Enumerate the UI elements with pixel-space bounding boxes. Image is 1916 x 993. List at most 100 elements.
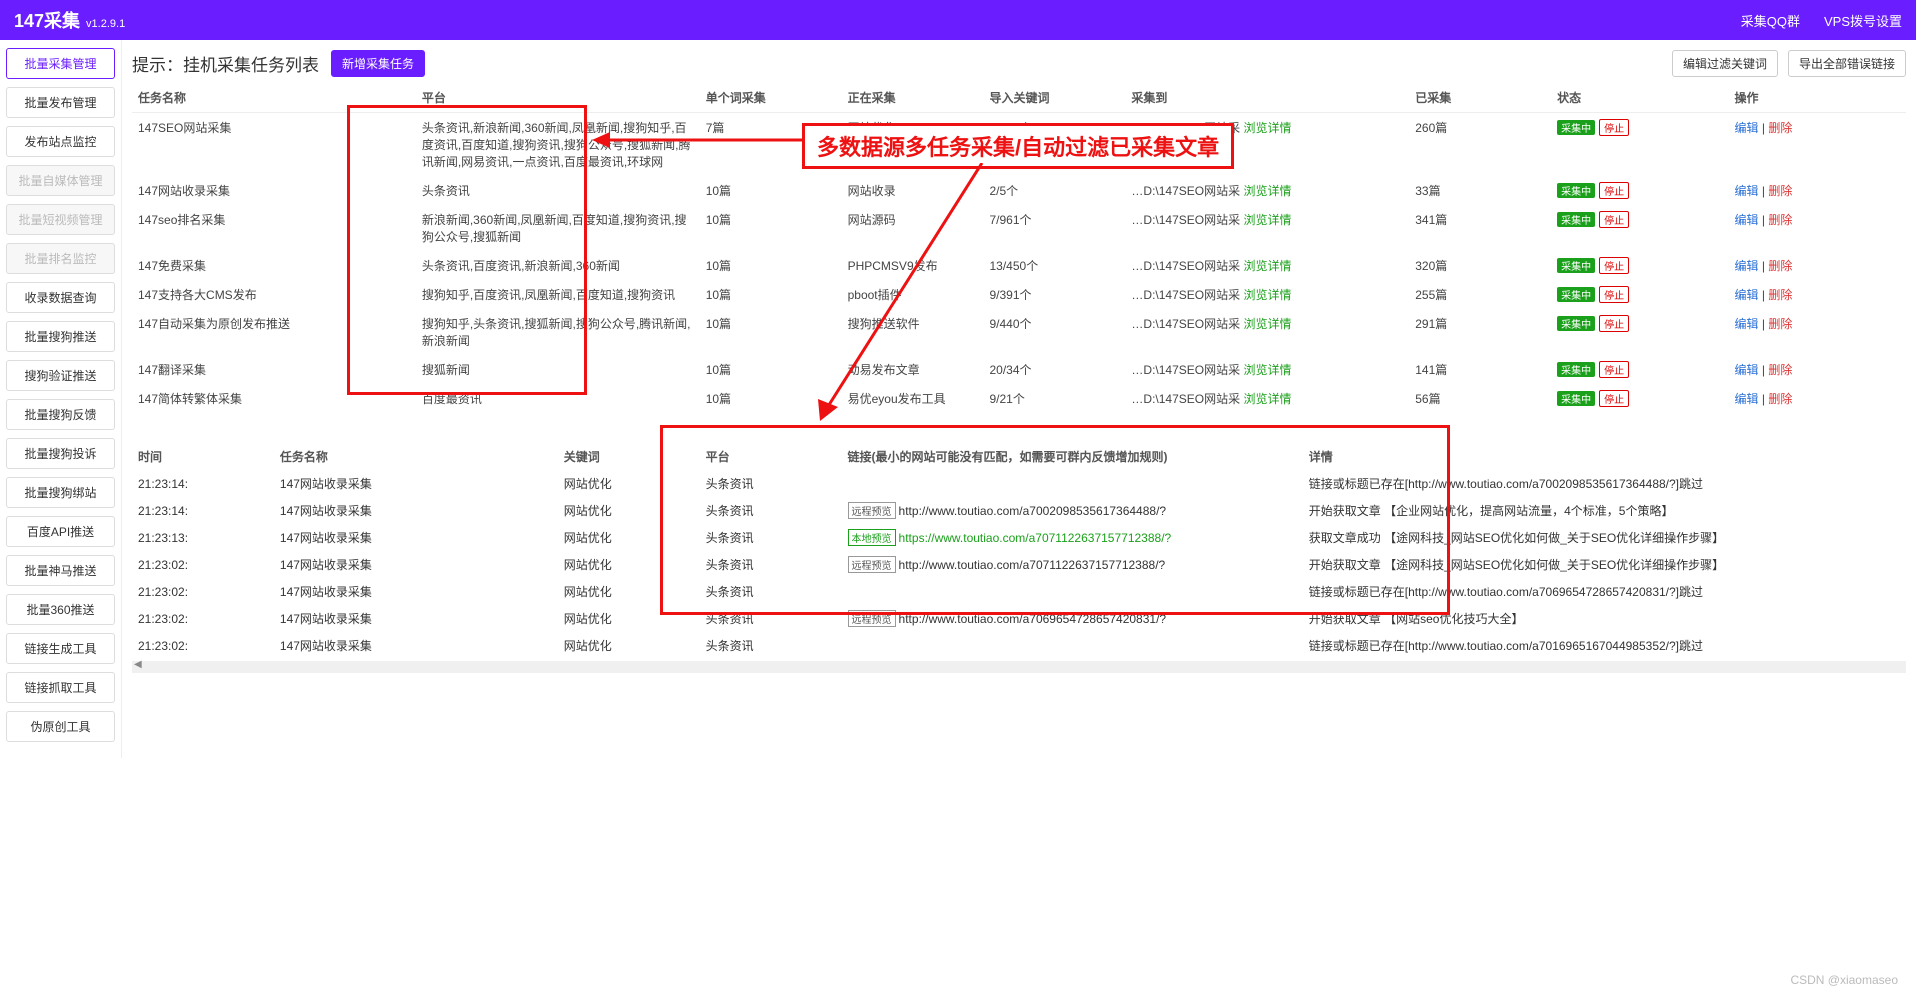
cell-saveto: …D:\147SEO网站采 浏览详情 <box>1125 205 1409 251</box>
stop-button[interactable]: 停止 <box>1599 211 1629 228</box>
local-preview-tag[interactable]: 本地预览 <box>848 529 896 546</box>
sidebar-item-17[interactable]: 伪原创工具 <box>6 711 115 742</box>
delete-link[interactable]: 删除 <box>1768 288 1792 302</box>
cell-saveto: …D:\147SEO网站采 浏览详情 <box>1125 384 1409 413</box>
cell-keywords: 9/440个 <box>984 309 1126 355</box>
edit-link[interactable]: 编辑 <box>1735 288 1759 302</box>
top-header: 147采集 v1.2.9.1 采集QQ群 VPS拨号设置 <box>0 0 1916 40</box>
brand-name: 147采集 <box>14 7 80 33</box>
detail-link[interactable]: 浏览详情 <box>1243 392 1291 406</box>
log-url[interactable]: https://www.toutiao.com/a707112263715771… <box>899 531 1172 545</box>
sidebar-item-15[interactable]: 链接生成工具 <box>6 633 115 664</box>
log-task: 147网站收录采集 <box>274 551 558 578</box>
log-hscrollbar[interactable] <box>132 661 1906 673</box>
detail-link[interactable]: 浏览详情 <box>1243 317 1291 331</box>
export-errors-button[interactable]: 导出全部错误链接 <box>1788 50 1906 77</box>
delete-link[interactable]: 删除 <box>1768 184 1792 198</box>
log-detail: 开始获取文章 【企业网站优化，提高网站流量，4个标准，5个策略】 <box>1303 497 1906 524</box>
cell-platform: 头条资讯 <box>416 176 700 205</box>
cell-status: 采集中停止 <box>1551 251 1728 280</box>
cell-status: 采集中停止 <box>1551 280 1728 309</box>
cell-ops: 编辑 | 删除 <box>1729 205 1906 251</box>
cell-status: 采集中停止 <box>1551 355 1728 384</box>
cell-ops: 编辑 | 删除 <box>1729 176 1906 205</box>
log-link <box>842 632 1303 659</box>
sidebar-item-10[interactable]: 批量搜狗投诉 <box>6 438 115 469</box>
detail-link[interactable]: 浏览详情 <box>1243 288 1291 302</box>
edit-link[interactable]: 编辑 <box>1735 121 1759 135</box>
log-row: 21:23:02:147网站收录采集网站优化头条资讯链接或标题已存在[http:… <box>132 578 1906 605</box>
cell-single: 10篇 <box>700 176 842 205</box>
log-link <box>842 470 1303 497</box>
sidebar-item-8[interactable]: 搜狗验证推送 <box>6 360 115 391</box>
sidebar-item-9[interactable]: 批量搜狗反馈 <box>6 399 115 430</box>
log-platform: 头条资讯 <box>700 632 842 659</box>
cell-saveto: …D:\147SEO网站采 浏览详情 <box>1125 280 1409 309</box>
sidebar-item-6[interactable]: 收录数据查询 <box>6 282 115 313</box>
sidebar-item-11[interactable]: 批量搜狗绑站 <box>6 477 115 508</box>
remote-preview-tag[interactable]: 远程预览 <box>848 502 896 519</box>
edit-link[interactable]: 编辑 <box>1735 184 1759 198</box>
remote-preview-tag[interactable]: 远程预览 <box>848 610 896 627</box>
cell-ops: 编辑 | 删除 <box>1729 355 1906 384</box>
sidebar-item-16[interactable]: 链接抓取工具 <box>6 672 115 703</box>
sidebar-item-13[interactable]: 批量神马推送 <box>6 555 115 586</box>
detail-link[interactable]: 浏览详情 <box>1243 213 1291 227</box>
detail-link[interactable]: 浏览详情 <box>1243 259 1291 273</box>
delete-link[interactable]: 删除 <box>1768 317 1792 331</box>
cell-platform: 搜狗知乎,百度资讯,凤凰新闻,百度知道,搜狗资讯 <box>416 280 700 309</box>
log-task: 147网站收录采集 <box>274 632 558 659</box>
cell-status: 采集中停止 <box>1551 384 1728 413</box>
sidebar-item-12[interactable]: 百度API推送 <box>6 516 115 547</box>
stop-button[interactable]: 停止 <box>1599 361 1629 378</box>
log-keyword: 网站优化 <box>558 605 700 632</box>
status-running-badge: 采集中 <box>1557 391 1595 406</box>
sidebar-item-0[interactable]: 批量采集管理 <box>6 48 115 79</box>
log-url[interactable]: http://www.toutiao.com/a7002098535617364… <box>899 504 1167 518</box>
delete-link[interactable]: 删除 <box>1768 363 1792 377</box>
log-time: 21:23:14: <box>132 497 274 524</box>
log-task: 147网站收录采集 <box>274 524 558 551</box>
sidebar-item-1[interactable]: 批量发布管理 <box>6 87 115 118</box>
cell-status: 采集中停止 <box>1551 113 1728 177</box>
edit-link[interactable]: 编辑 <box>1735 363 1759 377</box>
vps-link[interactable]: VPS拨号设置 <box>1824 11 1902 30</box>
cell-collecting: pboot插件 <box>842 280 984 309</box>
detail-link[interactable]: 浏览详情 <box>1243 121 1291 135</box>
remote-preview-tag[interactable]: 远程预览 <box>848 556 896 573</box>
log-url[interactable]: http://www.toutiao.com/a7069654728657420… <box>899 612 1167 626</box>
filter-keywords-button[interactable]: 编辑过滤关键词 <box>1672 50 1778 77</box>
detail-link[interactable]: 浏览详情 <box>1243 363 1291 377</box>
log-row: 21:23:02:147网站收录采集网站优化头条资讯远程预览http://www… <box>132 605 1906 632</box>
delete-link[interactable]: 删除 <box>1768 392 1792 406</box>
sidebar-item-2[interactable]: 发布站点监控 <box>6 126 115 157</box>
status-running-badge: 采集中 <box>1557 287 1595 302</box>
cell-single: 10篇 <box>700 309 842 355</box>
cell-collecting: 网站源码 <box>842 205 984 251</box>
stop-button[interactable]: 停止 <box>1599 182 1629 199</box>
cell-name: 147支持各大CMS发布 <box>132 280 416 309</box>
delete-link[interactable]: 删除 <box>1768 213 1792 227</box>
add-task-button[interactable]: 新增采集任务 <box>331 50 425 77</box>
sidebar-item-14[interactable]: 批量360推送 <box>6 594 115 625</box>
stop-button[interactable]: 停止 <box>1599 286 1629 303</box>
stop-button[interactable]: 停止 <box>1599 257 1629 274</box>
status-running-badge: 采集中 <box>1557 316 1595 331</box>
watermark: CSDN @xiaomaseo <box>1790 973 1898 987</box>
stop-button[interactable]: 停止 <box>1599 119 1629 136</box>
log-platform: 头条资讯 <box>700 497 842 524</box>
edit-link[interactable]: 编辑 <box>1735 392 1759 406</box>
delete-link[interactable]: 删除 <box>1768 259 1792 273</box>
brand: 147采集 v1.2.9.1 <box>14 7 125 33</box>
edit-link[interactable]: 编辑 <box>1735 317 1759 331</box>
log-url[interactable]: http://www.toutiao.com/a7071122637157712… <box>899 558 1166 572</box>
sidebar-item-7[interactable]: 批量搜狗推送 <box>6 321 115 352</box>
stop-button[interactable]: 停止 <box>1599 315 1629 332</box>
edit-link[interactable]: 编辑 <box>1735 213 1759 227</box>
delete-link[interactable]: 删除 <box>1768 121 1792 135</box>
qqgroup-link[interactable]: 采集QQ群 <box>1741 11 1800 30</box>
stop-button[interactable]: 停止 <box>1599 390 1629 407</box>
th-saveto: 采集到 <box>1125 83 1409 113</box>
detail-link[interactable]: 浏览详情 <box>1243 184 1291 198</box>
edit-link[interactable]: 编辑 <box>1735 259 1759 273</box>
